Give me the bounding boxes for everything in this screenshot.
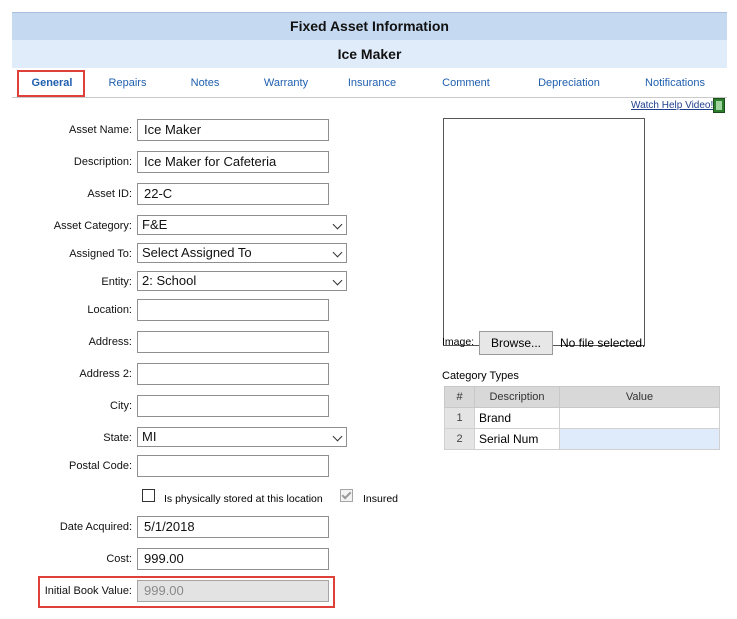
location-input[interactable]: [137, 299, 329, 321]
table-row: 2 Serial Num: [444, 428, 720, 450]
tab-repairs[interactable]: Repairs: [100, 68, 155, 98]
asset-category-select[interactable]: F&E: [137, 215, 347, 235]
tab-general[interactable]: General: [18, 68, 86, 98]
entity-value: 2: School: [142, 273, 197, 288]
row-description: Serial Num: [474, 428, 560, 450]
category-types-table: # Description Value 1 Brand 2 Serial Num: [444, 386, 720, 450]
asset-id-label: Asset ID:: [87, 188, 132, 200]
physically-stored-checkbox[interactable]: [142, 489, 155, 502]
asset-name-input[interactable]: Ice Maker: [137, 119, 329, 141]
entity-label: Entity:: [101, 276, 132, 288]
insured-label: Insured: [363, 493, 399, 505]
entity-select[interactable]: 2: School: [137, 271, 347, 291]
date-acquired-input[interactable]: 5/1/2018: [137, 516, 329, 538]
tab-comment[interactable]: Comment: [438, 68, 494, 98]
row-value-cell[interactable]: [559, 407, 720, 429]
city-label: City:: [110, 400, 132, 412]
postal-code-input[interactable]: [137, 455, 329, 477]
film-icon[interactable]: [713, 98, 725, 113]
cost-input[interactable]: 999.00: [137, 548, 329, 570]
date-acquired-label: Date Acquired:: [59, 521, 132, 533]
tab-bar: General Repairs Notes Warranty Insurance…: [12, 68, 727, 98]
city-input[interactable]: [137, 395, 329, 417]
insured-checkbox[interactable]: [340, 489, 353, 502]
chevron-down-icon: [332, 247, 343, 258]
tab-warranty[interactable]: Warranty: [258, 68, 314, 98]
column-header: Description: [474, 386, 560, 408]
asset-category-label: Asset Category:: [53, 220, 132, 232]
row-description: Brand: [474, 407, 560, 429]
image-label: Image:: [442, 336, 475, 348]
tab-depreciation[interactable]: Depreciation: [532, 68, 606, 98]
assigned-to-select[interactable]: Select Assigned To: [137, 243, 347, 263]
row-value-cell[interactable]: [559, 428, 720, 450]
row-number: 1: [444, 407, 475, 429]
file-status: No file selected.: [560, 336, 646, 350]
initial-book-value-label: Initial Book Value:: [44, 585, 132, 597]
chevron-down-icon: [332, 275, 343, 286]
description-input[interactable]: Ice Maker for Cafeteria: [137, 151, 329, 173]
asset-subtitle: Ice Maker: [12, 40, 727, 68]
postal-code-label: Postal Code:: [69, 460, 132, 472]
chevron-down-icon: [332, 431, 343, 442]
assigned-to-value: Select Assigned To: [142, 245, 252, 260]
row-number: 2: [444, 428, 475, 450]
category-types-title: Category Types: [442, 370, 519, 382]
asset-category-value: F&E: [142, 217, 168, 232]
asset-name-label: Asset Name:: [69, 124, 132, 136]
address-label: Address:: [88, 336, 132, 348]
description-label: Description:: [73, 156, 132, 168]
state-value: MI: [142, 429, 157, 444]
asset-id-input[interactable]: 22-C: [137, 183, 329, 205]
physically-stored-label: Is physically stored at this location: [164, 493, 323, 505]
check-icon: [341, 489, 352, 500]
initial-book-value-input: 999.00: [137, 580, 329, 602]
cost-label: Cost:: [106, 553, 132, 565]
chevron-down-icon: [332, 219, 343, 230]
tab-notes[interactable]: Notes: [182, 68, 228, 98]
assigned-to-label: Assigned To:: [69, 248, 132, 260]
state-label: State:: [103, 432, 132, 444]
watch-help-video-link[interactable]: Watch Help Video!: [631, 100, 713, 111]
table-row: 1 Brand: [444, 407, 720, 429]
column-header: #: [444, 386, 475, 408]
location-label: Location:: [87, 304, 132, 316]
address-input[interactable]: [137, 331, 329, 353]
tab-notifications[interactable]: Notifications: [640, 68, 710, 98]
column-header: Value: [559, 386, 720, 408]
state-select[interactable]: MI: [137, 427, 347, 447]
tab-insurance[interactable]: Insurance: [342, 68, 402, 98]
address2-input[interactable]: [137, 363, 329, 385]
browse-button[interactable]: Browse...: [479, 331, 553, 355]
image-preview: [443, 118, 645, 346]
address2-label: Address 2:: [79, 368, 132, 380]
page-title: Fixed Asset Information: [12, 12, 727, 40]
